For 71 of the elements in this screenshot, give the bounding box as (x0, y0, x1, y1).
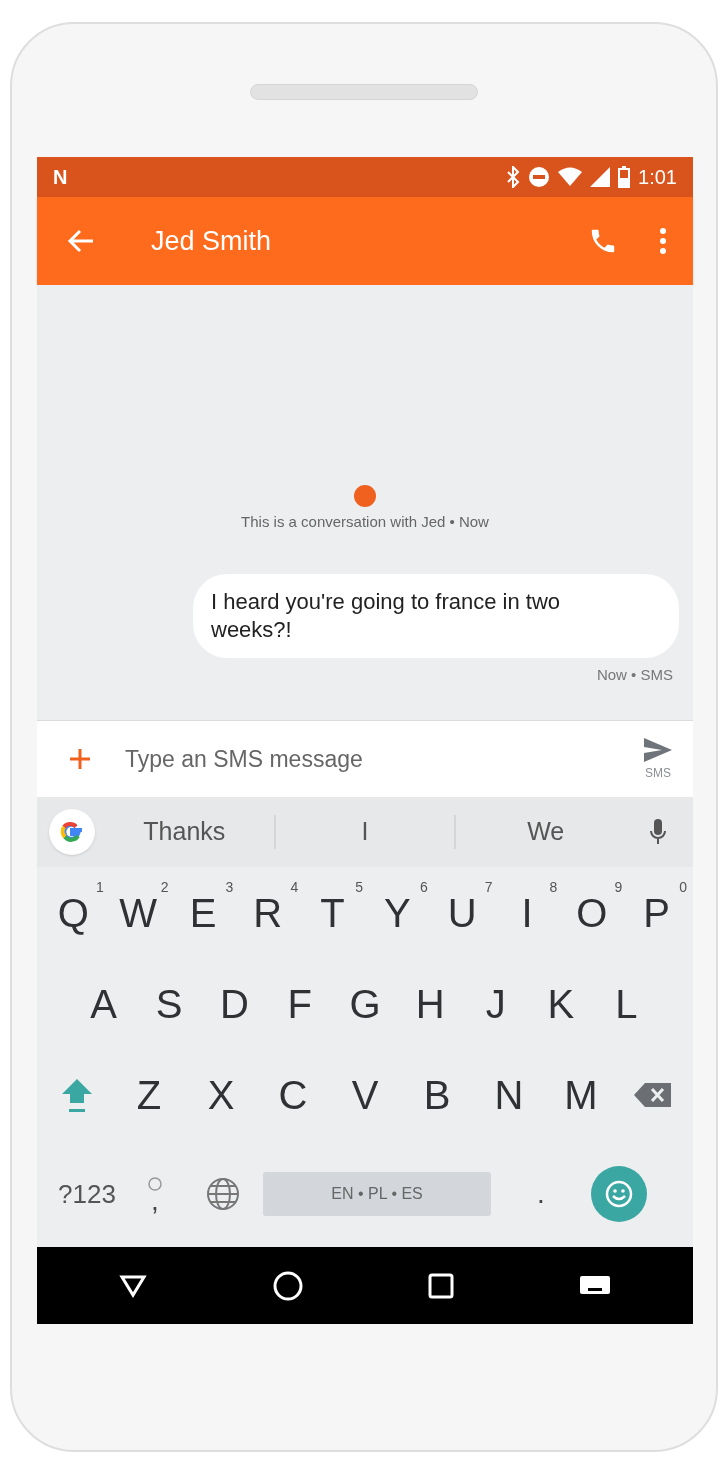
google-logo-icon (49, 809, 95, 855)
back-arrow-icon (67, 229, 95, 253)
keyboard-key[interactable]: P 0 (624, 867, 689, 959)
keyboard-key[interactable]: D (201, 959, 267, 1049)
home-circle-icon (271, 1269, 304, 1302)
emoji-button[interactable] (591, 1166, 647, 1222)
keyboard-key[interactable]: R 4 (235, 867, 301, 959)
message-input[interactable]: Type an SMS message (123, 720, 623, 797)
key-hint: 9 (614, 878, 623, 897)
key-hint: 3 (225, 878, 234, 897)
key-hint: 7 (484, 878, 493, 897)
triangle-back-icon (119, 1273, 148, 1298)
keyboard-key[interactable]: M (545, 1049, 617, 1141)
symbols-key[interactable]: ?123 (47, 1174, 127, 1214)
keyboard-key[interactable]: C (257, 1049, 329, 1141)
bluetooth-icon (506, 166, 521, 188)
recents-square-icon (428, 1272, 455, 1299)
do-not-disturb-icon (528, 166, 551, 188)
space-bar[interactable]: EN • PL • ES (263, 1172, 491, 1216)
home-nav-button[interactable] (271, 1269, 304, 1302)
key-hint: 2 (160, 878, 169, 897)
key-hint: 5 (355, 878, 363, 897)
send-icon (642, 736, 674, 764)
keyboard-key[interactable]: X (185, 1049, 257, 1141)
wifi-icon (558, 167, 583, 187)
keyboard-key[interactable]: J (462, 959, 529, 1049)
key-hint: 0 (679, 878, 687, 897)
keyboard-key[interactable]: K (528, 959, 594, 1049)
key-hint: 8 (549, 878, 558, 897)
word-suggestion[interactable]: We (456, 813, 635, 851)
keyboard-key[interactable]: Q 1 (41, 867, 106, 959)
keyboard-key[interactable]: G (332, 959, 398, 1049)
battery-icon (618, 166, 631, 188)
keyboard-key[interactable]: H (397, 959, 463, 1049)
smiley-icon (604, 1179, 634, 1209)
keyboard-key[interactable]: E 3 (170, 867, 236, 959)
conversation-intro: This is a conversation with Jed • Now (241, 512, 489, 532)
keyboard-key[interactable]: Y 6 (365, 867, 430, 959)
keyboard-key[interactable]: S (136, 959, 202, 1049)
keyboard-key[interactable]: A (71, 959, 137, 1049)
contact-name: Jed Smith (151, 224, 272, 258)
keyboard-key[interactable]: V (329, 1049, 401, 1141)
emoji-hint-icon (148, 1177, 162, 1191)
keyboard-key[interactable]: W 2 (105, 867, 171, 959)
word-suggestion[interactable]: Thanks (95, 813, 274, 851)
backspace-icon (633, 1081, 673, 1109)
keyboard-key[interactable]: I 8 (494, 867, 560, 959)
word-suggestion[interactable]: I (275, 813, 455, 851)
message-bubble: I heard you're going to france in two weeks?! (193, 573, 679, 658)
keyboard-key[interactable]: U 7 (429, 867, 495, 959)
key-hint: 4 (290, 878, 299, 897)
more-vertical-icon (659, 227, 667, 255)
signal-icon (590, 167, 611, 187)
key-hint: 6 (420, 878, 428, 897)
plus-icon (69, 748, 91, 770)
notification-letter: N (53, 165, 68, 190)
period-key[interactable]: . (491, 1173, 591, 1215)
keyboard-key[interactable]: T 5 (300, 867, 365, 959)
recents-nav-button[interactable] (428, 1272, 455, 1299)
keyboard-key[interactable]: N (473, 1049, 545, 1141)
message-meta: Now • SMS (596, 664, 673, 685)
microphone-icon (649, 818, 667, 846)
globe-icon (206, 1177, 240, 1211)
keyboard-key[interactable]: F (267, 959, 333, 1049)
keyboard-key[interactable]: O 9 (559, 867, 625, 959)
key-hint: 1 (96, 878, 104, 897)
keyboard-key[interactable]: L (593, 959, 659, 1049)
clock-time: 1:01 (638, 165, 677, 190)
keyboard-key[interactable]: Z (113, 1049, 185, 1141)
keyboard-key[interactable]: B (401, 1049, 473, 1141)
back-nav-button[interactable] (119, 1273, 148, 1298)
